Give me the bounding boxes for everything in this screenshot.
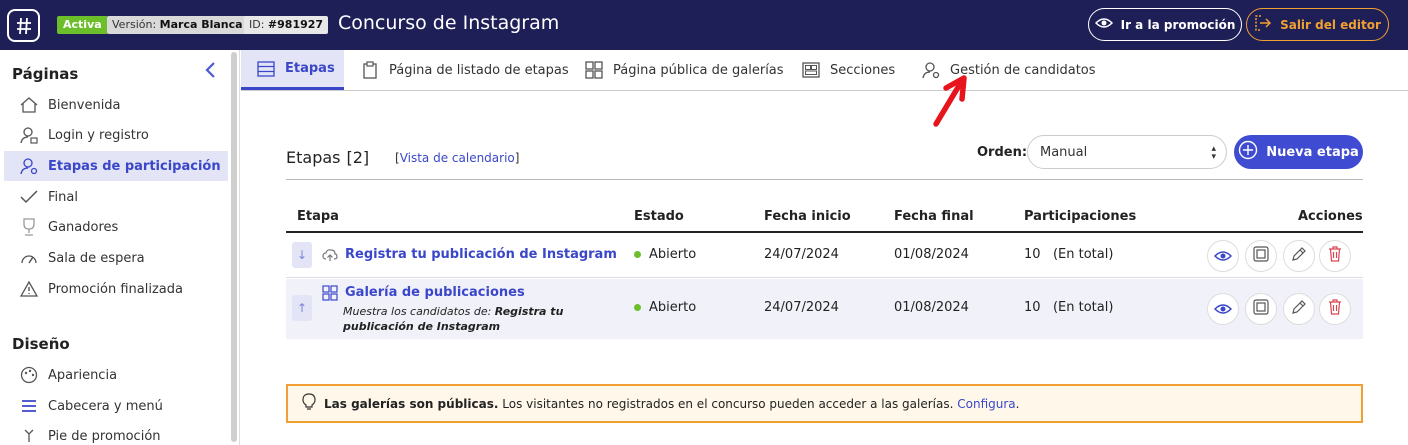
tab-galerias[interactable]: Página pública de galerías: [585, 50, 784, 90]
palette-icon: [20, 366, 38, 384]
section-title: Etapas [2]: [286, 148, 370, 167]
user-lock-icon: [20, 126, 38, 144]
clipboard-icon: [361, 61, 379, 79]
new-stage-button[interactable]: Nueva etapa: [1234, 135, 1363, 169]
duplicate-icon: [1253, 299, 1269, 319]
duplicate-button[interactable]: [1245, 240, 1277, 272]
sidebar-scrollbar[interactable]: [231, 52, 237, 442]
tab-pagina-listado[interactable]: Página de listado de etapas: [361, 50, 569, 90]
stage-name-link[interactable]: Galería de publicaciones: [345, 285, 525, 300]
exit-icon: [1254, 14, 1272, 35]
galleries-public-banner: Las galerías son públicas. Los visitante…: [286, 384, 1363, 423]
menu-icon: [20, 397, 38, 415]
sidebar-item-etapas[interactable]: Etapas de participación: [4, 151, 228, 181]
top-bar: Activa Versión: Marca Blanca ID: #981927…: [0, 0, 1408, 50]
stage-start-date: 24/07/2024: [764, 247, 839, 262]
sidebar-heading-pages: Páginas: [12, 65, 79, 83]
trash-icon: [1328, 299, 1342, 319]
pencil-icon: [1291, 299, 1307, 319]
grid-icon: [585, 61, 603, 79]
stage-description: Muestra los candidatos de: Registra tu p…: [343, 305, 564, 333]
view-button[interactable]: [1207, 293, 1239, 325]
select-caret-icon: ▴ ▾: [1211, 144, 1216, 162]
sidebar-item-promocion-finalizada[interactable]: Promoción finalizada: [4, 274, 228, 304]
collapse-sidebar-icon[interactable]: [204, 62, 216, 83]
annotation-arrow-icon: [933, 75, 967, 127]
table-row: ↓ Registra tu publicación de Instagram A…: [286, 233, 1363, 278]
col-header-fecha-inicio: Fecha inicio: [764, 209, 851, 224]
sidebar-item-apariencia[interactable]: Apariencia: [4, 360, 228, 390]
sidebar-item-final[interactable]: Final: [4, 182, 228, 212]
stage-status: Abierto: [634, 247, 696, 262]
status-dot-icon: [634, 251, 641, 258]
id-badge: ID: #981927: [244, 16, 329, 34]
tab-etapas[interactable]: Etapas: [241, 50, 344, 90]
delete-button[interactable]: [1319, 293, 1351, 325]
col-header-fecha-final: Fecha final: [894, 209, 974, 224]
eye-icon: [1094, 17, 1113, 32]
stage-name-link[interactable]: Registra tu publicación de Instagram: [345, 247, 617, 262]
stage-participations: 10 (En total): [1024, 300, 1114, 315]
edit-button[interactable]: [1283, 293, 1315, 325]
exit-editor-button[interactable]: Salir del editor: [1246, 8, 1389, 41]
page-title: Concurso de Instagram: [338, 12, 560, 34]
sections-icon: [802, 61, 820, 79]
home-icon: [20, 96, 38, 114]
col-header-estado: Estado: [634, 209, 684, 224]
tab-secciones[interactable]: Secciones: [802, 50, 895, 90]
move-down-button[interactable]: ↓: [292, 242, 312, 268]
status-dot-icon: [634, 304, 641, 311]
sidebar-heading-design: Diseño: [12, 335, 70, 353]
stage-participations: 10 (En total): [1024, 247, 1114, 262]
col-header-etapa: Etapa: [297, 209, 339, 224]
pencil-icon: [1291, 246, 1307, 266]
app-logo-icon[interactable]: [7, 9, 40, 42]
user-gear-icon: [20, 157, 38, 175]
sidebar-item-sala-espera[interactable]: Sala de espera: [4, 243, 228, 273]
order-select[interactable]: Manual ▴ ▾: [1027, 135, 1227, 169]
order-label: Orden:: [977, 145, 1028, 160]
status-badge: Activa: [57, 16, 108, 34]
view-button[interactable]: [1207, 240, 1239, 272]
stage-status: Abierto: [634, 300, 696, 315]
stage-start-date: 24/07/2024: [764, 300, 839, 315]
configure-link[interactable]: Configura: [957, 397, 1015, 411]
plus-circle-icon: [1238, 140, 1258, 164]
list-icon: [257, 60, 275, 78]
footer-icon: [20, 427, 38, 445]
move-up-button[interactable]: ↑: [292, 295, 312, 321]
col-header-participaciones: Participaciones: [1024, 209, 1137, 224]
stage-end-date: 01/08/2024: [894, 300, 969, 315]
edit-button[interactable]: [1283, 240, 1315, 272]
version-badge: Versión: Marca Blanca: [107, 16, 248, 34]
table-row: ↑ Galería de publicaciones Muestra los c…: [286, 279, 1363, 339]
cloud-upload-icon: [322, 247, 338, 263]
lightbulb-icon: [302, 393, 316, 414]
trophy-icon: [20, 218, 38, 236]
tab-bar: Etapas Página de listado de etapas Págin…: [241, 50, 1408, 91]
sidebar-item-login[interactable]: Login y registro: [4, 120, 228, 150]
sidebar-item-cabecera[interactable]: Cabecera y menú: [4, 391, 228, 421]
check-icon: [20, 188, 38, 206]
go-to-promotion-button[interactable]: Ir a la promoción: [1088, 8, 1242, 41]
warning-icon: [20, 280, 38, 298]
duplicate-button[interactable]: [1245, 293, 1277, 325]
duplicate-icon: [1253, 246, 1269, 266]
divider: [286, 179, 1363, 180]
eye-icon: [1213, 300, 1233, 319]
eye-icon: [1213, 247, 1233, 266]
delete-button[interactable]: [1319, 240, 1351, 272]
grid-icon: [322, 285, 338, 301]
sidebar-item-bienvenida[interactable]: Bienvenida: [4, 90, 228, 120]
stages-count: [2]: [346, 148, 370, 167]
trash-icon: [1328, 246, 1342, 266]
stage-end-date: 01/08/2024: [894, 247, 969, 262]
gauge-icon: [20, 249, 38, 267]
col-header-acciones: Acciones: [1298, 209, 1363, 224]
sidebar-item-pie[interactable]: Pie de promoción: [4, 421, 228, 445]
calendar-view-link[interactable]: [Vista de calendario]: [395, 151, 519, 165]
sidebar-item-ganadores[interactable]: Ganadores: [4, 212, 228, 242]
